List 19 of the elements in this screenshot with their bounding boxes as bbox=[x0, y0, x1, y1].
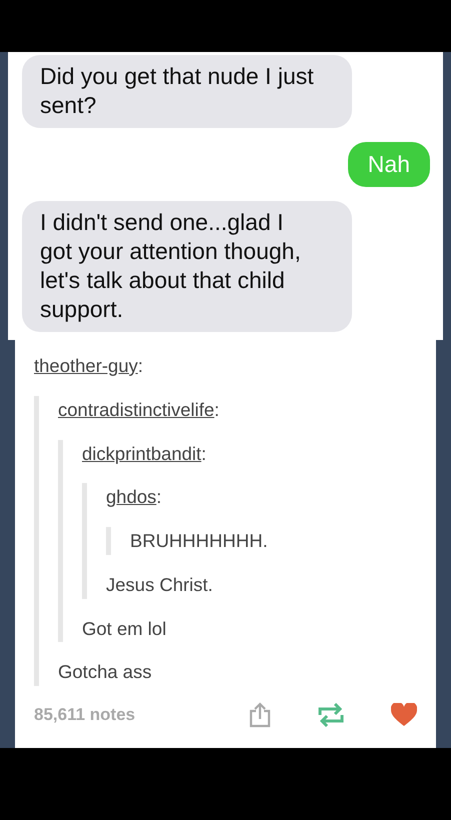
reply-text: Gotcha ass bbox=[58, 660, 153, 684]
reblog-icon[interactable] bbox=[317, 703, 345, 727]
colon: : bbox=[201, 442, 206, 464]
colon: : bbox=[138, 355, 144, 376]
message-bubble: I didn't send one...glad I got your attention though, let's talk about that child support. bbox=[22, 201, 352, 332]
share-icon[interactable] bbox=[249, 702, 271, 728]
username-link[interactable]: dickprintbandit bbox=[82, 440, 202, 468]
message-bubble: Did you get that nude I just sent? bbox=[22, 55, 352, 128]
colon: : bbox=[156, 486, 162, 508]
quote-bar bbox=[106, 527, 111, 555]
username-link[interactable]: contradistinctivelife bbox=[58, 396, 214, 424]
reply-text: Jesus Christ. bbox=[106, 572, 214, 597]
colon: : bbox=[214, 398, 220, 420]
reply-text: Got em lol bbox=[82, 616, 168, 640]
username-link[interactable]: ghdos bbox=[106, 483, 156, 511]
message-bubble: Nah bbox=[348, 142, 430, 187]
reply-text: BRUHHHHHHH. bbox=[130, 529, 269, 553]
username-link[interactable]: theother-guy bbox=[34, 352, 138, 380]
heart-icon[interactable] bbox=[391, 703, 417, 727]
